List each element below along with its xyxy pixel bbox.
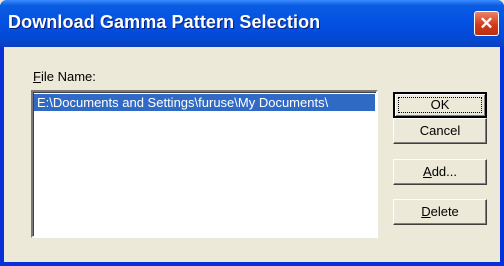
delete-button[interactable]: Delete	[393, 199, 487, 225]
dialog-window: Download Gamma Pattern Selection ✕ File …	[0, 0, 504, 266]
title-bar[interactable]: Download Gamma Pattern Selection ✕	[0, 0, 504, 47]
cancel-button[interactable]: Cancel	[393, 118, 487, 144]
add-button[interactable]: Add...	[393, 159, 487, 185]
close-icon: ✕	[479, 13, 494, 33]
file-name-label: File Name:	[33, 69, 96, 84]
window-title: Download Gamma Pattern Selection	[8, 12, 321, 32]
close-button[interactable]: ✕	[474, 11, 499, 36]
ok-button[interactable]: OK	[393, 92, 487, 118]
list-item[interactable]: E:\Documents and Settings\furuse\My Docu…	[34, 94, 375, 111]
file-list[interactable]: E:\Documents and Settings\furuse\My Docu…	[31, 90, 378, 238]
focus-rect	[398, 97, 482, 113]
window-frame-bottom	[0, 262, 504, 266]
window-frame-right	[500, 47, 504, 266]
